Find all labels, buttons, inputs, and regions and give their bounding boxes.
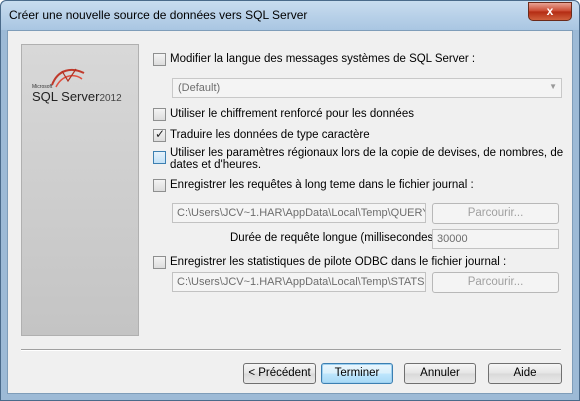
odbc-stats-path-value: C:\Users\JCV~1.HAR\AppData\Local\Temp\ST… (177, 276, 425, 288)
sql-server-banner: Microsoft SQL Server2012 (21, 44, 139, 336)
duration-field[interactable]: 30000 (432, 229, 559, 249)
language-label: Modifier la langue des messages systèmes… (170, 53, 476, 65)
odbc-stats-label: Enregistrer les statistiques de pilote O… (170, 256, 507, 268)
close-icon: x (546, 4, 554, 18)
finish-label: Terminer (334, 367, 380, 379)
product-name: SQL Server2012 (32, 89, 122, 104)
encryption-label: Utiliser le chiffrement renforcé pour le… (170, 108, 414, 120)
long-queries-path-value: C:\Users\JCV~1.HAR\AppData\Local\Temp\QU… (177, 207, 426, 219)
translate-checkbox[interactable]: ✓ (153, 127, 166, 142)
sql-server-logo: Microsoft SQL Server2012 (30, 65, 134, 115)
previous-button[interactable]: < Précédent (243, 363, 316, 384)
duration-value: 30000 (437, 233, 468, 245)
language-select[interactable]: (Default) ▼ (172, 78, 562, 98)
help-label: Aide (513, 367, 537, 379)
dialog-content: Microsoft SQL Server2012 Modifier la lan… (7, 30, 573, 394)
title-bar[interactable]: Créer une nouvelle source de données ver… (1, 1, 579, 30)
odbc-stats-path-field[interactable]: C:\Users\JCV~1.HAR\AppData\Local\Temp\ST… (172, 272, 426, 292)
language-checkbox[interactable] (153, 53, 166, 66)
long-queries-browse-label: Parcourir... (467, 207, 524, 219)
odbc-stats-browse-button[interactable]: Parcourir... (432, 272, 559, 293)
cancel-button[interactable]: Annuler (404, 363, 476, 384)
regional-label: Utiliser les paramètres régionaux lors d… (170, 147, 564, 171)
odbc-stats-browse-label: Parcourir... (467, 276, 524, 288)
translate-label: Traduire les données de type caractère (170, 129, 370, 141)
help-button[interactable]: Aide (488, 363, 562, 384)
cancel-label: Annuler (420, 367, 460, 379)
language-select-value: (Default) (178, 82, 221, 94)
finish-button[interactable]: Terminer (321, 363, 393, 384)
long-queries-path-field[interactable]: C:\Users\JCV~1.HAR\AppData\Local\Temp\QU… (172, 203, 426, 223)
chevron-down-icon: ▼ (549, 82, 557, 91)
dialog-window: Créer une nouvelle source de données ver… (0, 0, 580, 401)
long-queries-label: Enregistrer les requêtes à long teme dan… (170, 179, 474, 191)
window-title: Créer une nouvelle source de données ver… (9, 8, 308, 22)
product-year: 2012 (99, 93, 122, 104)
close-button[interactable]: x (528, 2, 572, 21)
sql-server-logo-icon (51, 68, 85, 88)
odbc-stats-checkbox[interactable] (153, 256, 166, 269)
duration-label: Durée de requête longue (millisecondes) … (230, 232, 444, 244)
product-label: SQL Server (32, 89, 100, 104)
encryption-checkbox[interactable] (153, 108, 166, 121)
previous-label: < Précédent (248, 367, 311, 379)
check-icon: ✓ (155, 127, 166, 141)
long-queries-checkbox[interactable] (153, 179, 166, 192)
divider (21, 349, 561, 351)
long-queries-browse-button[interactable]: Parcourir... (432, 203, 559, 224)
regional-checkbox[interactable] (153, 151, 166, 164)
